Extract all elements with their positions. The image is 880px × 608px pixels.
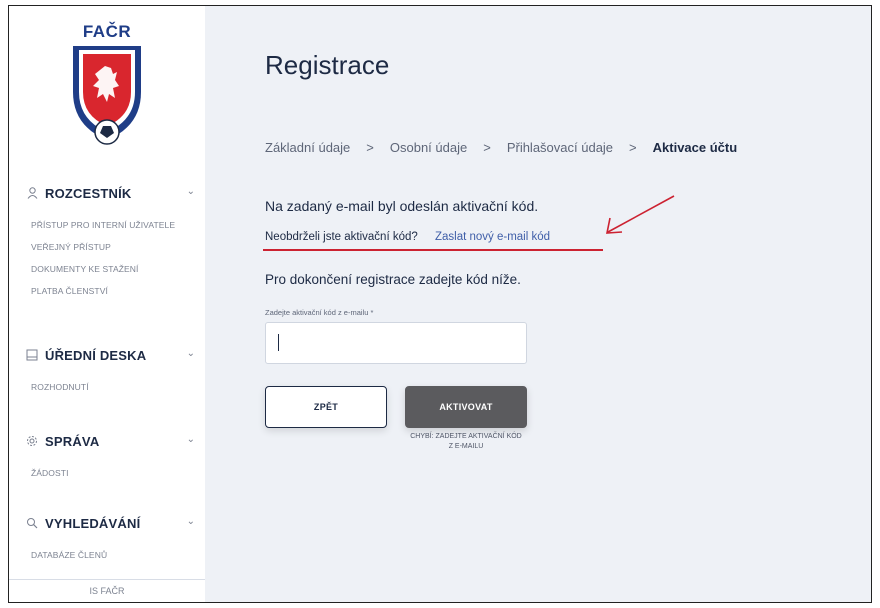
- step-separator: >: [366, 140, 374, 155]
- sidebar-head-uredni-deska[interactable]: ÚŘEDNÍ DESKA ⌄: [9, 344, 205, 366]
- search-icon: [25, 516, 39, 530]
- sidebar-section-sprava: SPRÁVA ⌄ ŽÁDOSTI: [9, 430, 205, 484]
- sidebar-item-requests[interactable]: ŽÁDOSTI: [9, 462, 205, 484]
- sidebar-title: ROZCESTNÍK: [45, 185, 132, 201]
- step-login-info: Přihlašovací údaje: [506, 140, 614, 155]
- board-icon: [25, 348, 39, 362]
- gear-icon: [25, 434, 39, 448]
- chevron-down-icon[interactable]: ⌄: [187, 186, 195, 197]
- sidebar: FAČR ROZCESTNÍK ⌄ PŘÍSTUP PRO INTERNÍ UŽ…: [9, 6, 205, 602]
- annotation-arrow-icon: [606, 195, 675, 234]
- code-field-label: Zadejte aktivační kód z e-mailu *: [265, 308, 374, 317]
- activation-code-input[interactable]: [265, 322, 527, 364]
- sidebar-item-public-access[interactable]: VEŘEJNÝ PŘÍSTUP: [9, 236, 205, 258]
- sidebar-section-uredni-deska: ÚŘEDNÍ DESKA ⌄ ROZHODNUTÍ: [9, 344, 205, 398]
- step-personal-info: Osobní údaje: [389, 140, 468, 155]
- sidebar-item-member-database[interactable]: DATABÁZE ČLENŮ: [9, 544, 205, 566]
- sidebar-section-rozcestnik: ROZCESTNÍK ⌄ PŘÍSTUP PRO INTERNÍ UŽIVATE…: [9, 182, 205, 302]
- text-caret: [278, 334, 279, 351]
- activation-message: Na zadaný e-mail byl odeslán aktivační k…: [265, 198, 539, 214]
- page-title: Registrace: [265, 50, 390, 80]
- instruction-text: Pro dokončení registrace zadejte kód níž…: [265, 272, 521, 287]
- registration-steps: Základní údaje > Osobní údaje > Přihlašo…: [265, 140, 737, 155]
- sidebar-title: VYHLEDÁVÁNÍ: [45, 515, 141, 531]
- step-separator: >: [629, 140, 637, 155]
- sidebar-item-internal-access[interactable]: PŘÍSTUP PRO INTERNÍ UŽIVATELE: [9, 214, 205, 236]
- sidebar-item-documents[interactable]: DOKUMENTY KE STAŽENÍ: [9, 258, 205, 280]
- sidebar-head-sprava[interactable]: SPRÁVA ⌄: [9, 430, 205, 452]
- chevron-down-icon[interactable]: ⌄: [187, 348, 195, 359]
- resend-row: Neobdrželi jste aktivační kód? Zaslat no…: [265, 231, 550, 243]
- main-content: Registrace Základní údaje > Osobní údaje…: [205, 6, 871, 602]
- facr-logo[interactable]: FAČR: [67, 22, 147, 146]
- sidebar-footer: IS FAČR: [9, 579, 205, 602]
- chevron-down-icon[interactable]: ⌄: [187, 516, 195, 527]
- resend-question: Neobdrželi jste aktivační kód?: [265, 231, 418, 243]
- step-basic-info: Základní údaje: [265, 140, 351, 155]
- resend-code-link[interactable]: Zaslat nový e-mail kód: [435, 231, 550, 243]
- error-line-2: Z E-MAILU: [448, 443, 484, 450]
- step-separator: >: [483, 140, 491, 155]
- sidebar-item-membership-payment[interactable]: PLATBA ČLENSTVÍ: [9, 280, 205, 302]
- error-line-1: CHYBÍ: ZADEJTE AKTIVAČNÍ KÓD: [410, 433, 522, 440]
- step-account-activation: Aktivace účtu: [652, 140, 738, 155]
- sidebar-head-rozcestnik[interactable]: ROZCESTNÍK ⌄: [9, 182, 205, 204]
- user-icon: [25, 186, 39, 200]
- logo-text: FAČR: [82, 22, 132, 41]
- chevron-down-icon[interactable]: ⌄: [187, 434, 195, 445]
- error-message: CHYBÍ: ZADEJTE AKTIVAČNÍ KÓD Z E-MAILU: [405, 432, 527, 452]
- back-button[interactable]: ZPĚT: [265, 386, 387, 428]
- sidebar-head-vyhledavani[interactable]: VYHLEDÁVÁNÍ ⌄: [9, 512, 205, 534]
- sidebar-section-vyhledavani: VYHLEDÁVÁNÍ ⌄ DATABÁZE ČLENŮ: [9, 512, 205, 566]
- app-frame: FAČR ROZCESTNÍK ⌄ PŘÍSTUP PRO INTERNÍ UŽ…: [8, 5, 872, 603]
- activate-button[interactable]: AKTIVOVAT: [405, 386, 527, 428]
- sidebar-title: SPRÁVA: [45, 433, 100, 449]
- sidebar-title: ÚŘEDNÍ DESKA: [45, 347, 147, 363]
- sidebar-item-decisions[interactable]: ROZHODNUTÍ: [9, 376, 205, 398]
- annotation-underline: [263, 249, 603, 251]
